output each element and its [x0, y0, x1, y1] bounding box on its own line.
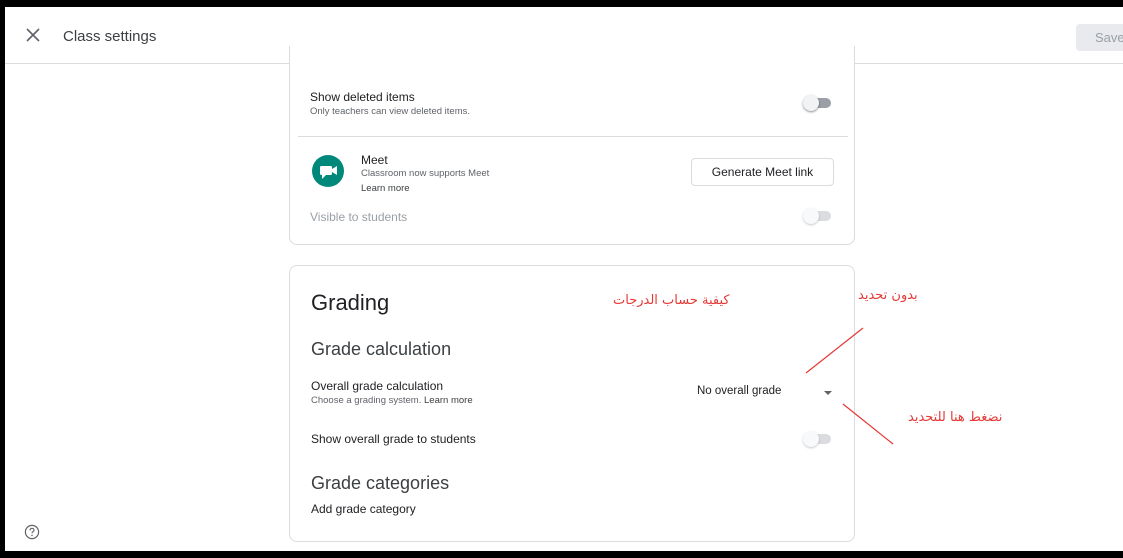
annotation-no-selection-note: بدون تحديد	[858, 288, 918, 303]
annotation-grade-calc-note: كيفية حساب الدرجات	[613, 293, 730, 308]
help-circle-icon[interactable]	[24, 524, 40, 540]
annotation-line-click-here	[842, 403, 894, 445]
annotation-click-here-note: نضغط هنا للتحديد	[908, 410, 1003, 425]
annotation-lines	[805, 327, 894, 445]
annotation-line-no-selection	[805, 327, 864, 374]
